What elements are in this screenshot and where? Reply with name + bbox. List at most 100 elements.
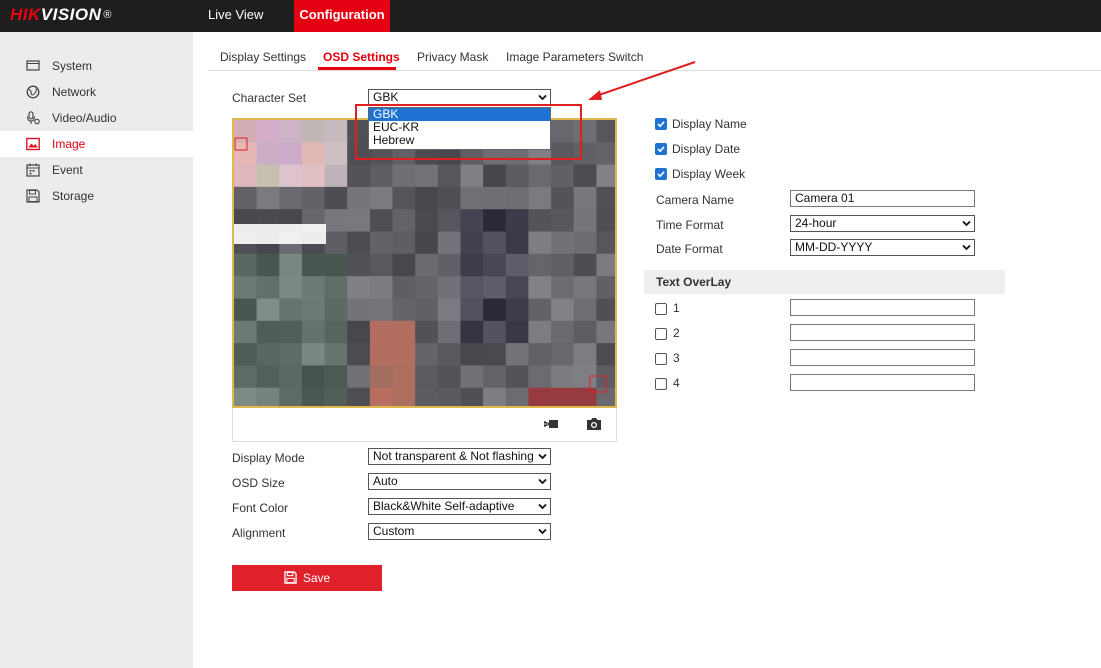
video-pixel-block: [347, 365, 371, 389]
tab-display-settings[interactable]: Display Settings: [220, 50, 306, 64]
text-overlay-label-4: 4: [673, 376, 680, 390]
video-pixel-block: [256, 142, 280, 166]
text-overlay-checkbox-2[interactable]: [655, 328, 667, 340]
video-pixel-block: [460, 231, 484, 255]
text-overlay-checkbox-4[interactable]: [655, 378, 667, 390]
video-pixel-block: [528, 231, 552, 255]
video-pixel-block: [392, 365, 416, 389]
video-pixel-block: [460, 320, 484, 344]
video-pixel-block: [234, 298, 258, 322]
save-button[interactable]: Save: [232, 565, 382, 591]
video-pixel-block: [324, 320, 348, 344]
display-date-checkbox[interactable]: [655, 143, 667, 155]
live-video-preview[interactable]: [232, 118, 617, 408]
tab-privacy-mask[interactable]: Privacy Mask: [417, 50, 488, 64]
chevron-down-icon: [538, 453, 547, 460]
registered-mark: ®: [103, 9, 113, 21]
display-mode-label: Display Mode: [232, 451, 305, 465]
video-pixel-block: [483, 253, 507, 277]
chevron-down-icon: [538, 94, 547, 101]
video-pixel-block: [551, 253, 575, 277]
microphone-camera-icon: [26, 111, 40, 125]
video-pixel-block: [505, 231, 529, 255]
video-pixel-block: [528, 365, 552, 389]
video-pixel-block: [347, 209, 371, 233]
chevron-down-icon: [538, 478, 547, 485]
sidebar-item-video-audio[interactable]: Video/Audio: [0, 105, 193, 131]
video-pixel-block: [324, 343, 348, 366]
chevron-down-icon: [962, 244, 971, 251]
video-pixel-block: [256, 186, 280, 210]
video-pixel-block: [234, 186, 258, 210]
video-pixel-block: [551, 343, 575, 366]
video-pixel-block: [437, 276, 461, 300]
video-pixel-block: [392, 164, 416, 188]
video-pixel-block: [528, 276, 552, 300]
sidebar-item-image[interactable]: Image: [0, 131, 193, 157]
video-pixel-block: [369, 298, 394, 322]
sidebar-item-system[interactable]: System: [0, 53, 193, 79]
video-pixel-block: [528, 387, 552, 406]
display-mode-select[interactable]: Not transparent & Not flashing: [368, 448, 551, 465]
video-pixel-block: [596, 164, 615, 188]
checkmark-icon: [657, 146, 665, 153]
video-pixel-block: [369, 276, 394, 300]
annotation-arrow-icon: [588, 61, 696, 100]
video-pixel-block: [596, 320, 615, 344]
video-pixel-block: [324, 186, 348, 210]
video-pixel-block: [301, 387, 326, 406]
video-pixel-block: [234, 120, 258, 143]
sidebar: System Network Video/Audio Image Event S…: [0, 32, 193, 668]
text-overlay-input-3[interactable]: [790, 349, 975, 366]
text-overlay-input-4[interactable]: [790, 374, 975, 391]
font-color-select[interactable]: Black&White Self-adaptive: [368, 498, 551, 515]
video-pixel-block: [551, 276, 575, 300]
video-pixel-block: [279, 253, 303, 277]
time-format-value: 24-hour: [795, 216, 837, 230]
text-overlay-checkbox-3[interactable]: [655, 353, 667, 365]
video-pixel-block: [415, 253, 439, 277]
video-pixel-block: [437, 186, 461, 210]
camera-snapshot-icon[interactable]: [586, 417, 602, 431]
display-name-label: Display Name: [672, 117, 747, 131]
nav-configuration[interactable]: Configuration: [294, 0, 390, 32]
video-pixel-block: [551, 298, 575, 322]
display-name-checkbox[interactable]: [655, 118, 667, 130]
text-overlay-input-2[interactable]: [790, 324, 975, 341]
time-format-label: Time Format: [656, 218, 724, 232]
video-pixel-block: [369, 343, 394, 366]
record-video-icon[interactable]: [543, 417, 559, 431]
osd-size-select[interactable]: Auto: [368, 473, 551, 490]
video-pixel-block: [437, 365, 461, 389]
video-pixel-block: [573, 253, 597, 277]
video-pixel-block: [528, 343, 552, 366]
sidebar-item-storage[interactable]: Storage: [0, 183, 193, 209]
video-pixel-block: [437, 231, 461, 255]
time-format-select[interactable]: 24-hour: [790, 215, 975, 232]
video-pixel-block: [551, 387, 575, 406]
video-pixel-block: [415, 209, 439, 233]
sidebar-item-event[interactable]: Event: [0, 157, 193, 183]
video-pixel-block: [415, 320, 439, 344]
display-week-checkbox[interactable]: [655, 168, 667, 180]
date-format-select[interactable]: MM-DD-YYYY: [790, 239, 975, 256]
logo-part-2: VISION: [40, 5, 102, 24]
video-pixel-block: [596, 387, 615, 406]
text-overlay-header: Text OverLay: [644, 270, 1005, 294]
video-pixel-block: [324, 365, 348, 389]
monitor-icon: [26, 59, 40, 73]
text-overlay-input-1[interactable]: [790, 299, 975, 316]
save-label: Save: [302, 571, 331, 585]
text-overlay-checkbox-1[interactable]: [655, 303, 667, 315]
video-pixel-block: [256, 343, 280, 366]
tab-osd-settings[interactable]: OSD Settings: [323, 50, 400, 64]
sidebar-item-network[interactable]: Network: [0, 79, 193, 105]
video-pixel-block: [301, 253, 326, 277]
video-pixel-block: [301, 298, 326, 322]
video-pixel-block: [483, 298, 507, 322]
camera-name-input[interactable]: Camera 01: [790, 190, 975, 207]
nav-live-view[interactable]: Live View: [196, 0, 275, 32]
alignment-select[interactable]: Custom: [368, 523, 551, 540]
image-icon: [26, 137, 40, 151]
video-pixel-block: [573, 164, 597, 188]
